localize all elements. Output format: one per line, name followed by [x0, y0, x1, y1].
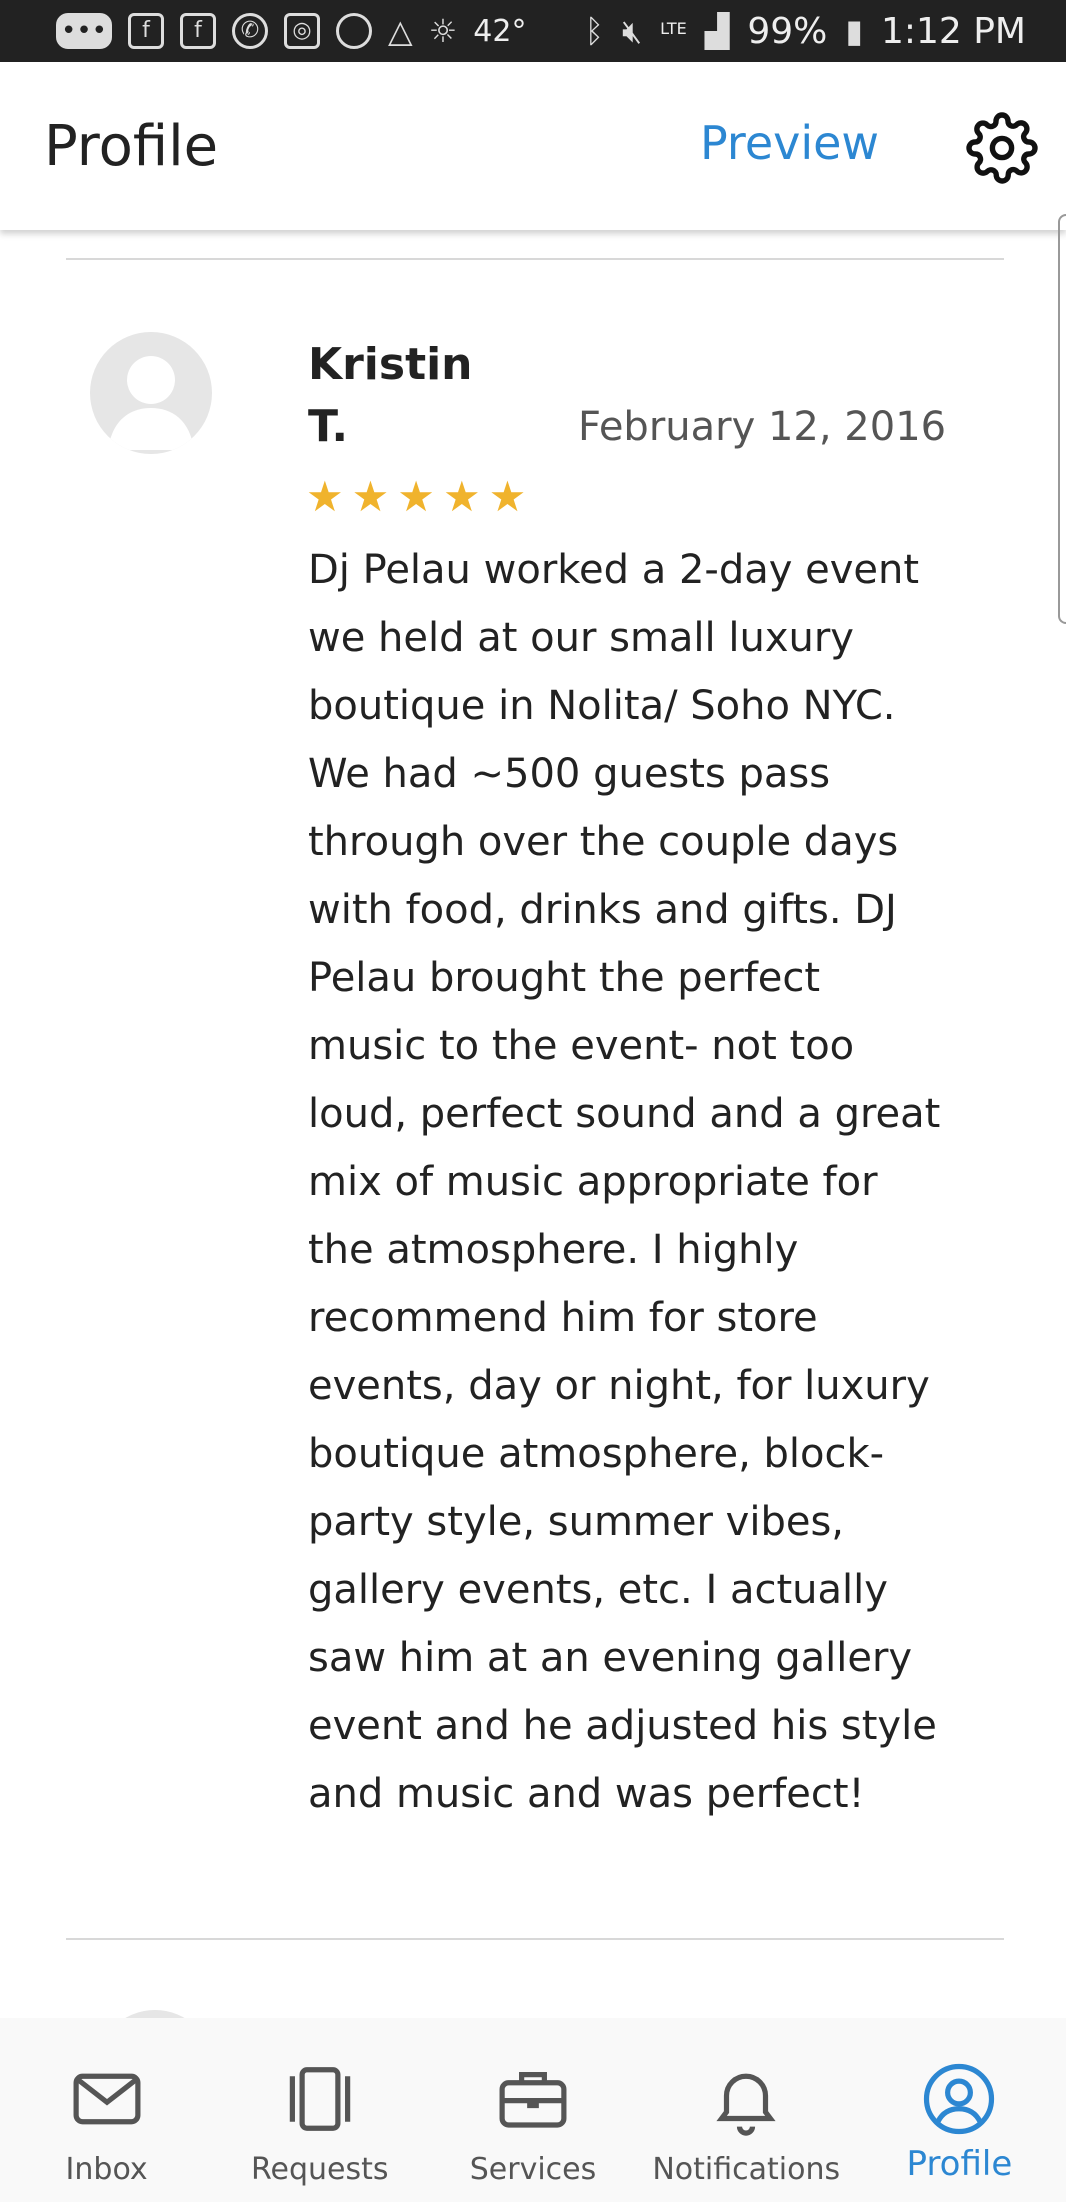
network-type: LTE — [660, 18, 687, 38]
tab-label: Profile — [906, 2144, 1013, 2184]
tab-inbox[interactable]: Inbox — [0, 2018, 213, 2202]
status-temperature: 42° — [473, 13, 527, 49]
review-date: February 12, 2016 — [578, 404, 947, 450]
user-placeholder-icon — [108, 356, 194, 450]
status-right: ᛒ 🔇︎ LTE ▟ 99% ▮ 1:12 PM — [585, 11, 1026, 52]
page-title: Profile — [44, 114, 219, 179]
requests-icon — [289, 2067, 351, 2131]
tab-label: Services — [469, 2152, 597, 2187]
bluetooth-icon: ᛒ — [584, 12, 604, 50]
status-left-icons: ••• f f ✆ ◎ △ ☼ 42° — [56, 13, 526, 49]
drive-icon: △ — [388, 12, 413, 50]
divider-top — [66, 258, 1004, 260]
chat-bubble-icon — [336, 13, 372, 49]
bottom-tab-bar: Inbox Requests Services Notifications Pr… — [0, 2018, 1066, 2202]
tab-requests[interactable]: Requests — [213, 2018, 426, 2202]
tab-notifications[interactable]: Notifications — [640, 2018, 853, 2202]
clock: 1:12 PM — [880, 10, 1026, 52]
avatar — [90, 332, 212, 454]
tab-services[interactable]: Services — [426, 2018, 639, 2202]
facebook-icon: f — [128, 13, 164, 49]
envelope-icon — [73, 2073, 141, 2125]
facebook-icon: f — [180, 13, 216, 49]
user-circle-icon — [924, 2063, 995, 2135]
instagram-icon: ◎ — [284, 13, 320, 49]
bell-icon — [716, 2073, 776, 2136]
gear-icon[interactable] — [966, 112, 1038, 184]
star-rating: ★★★★★ — [306, 472, 535, 521]
reviewer-name: Kristin T. — [308, 339, 473, 452]
tab-label: Notifications — [652, 2152, 841, 2187]
tab-label: Requests — [251, 2152, 389, 2187]
preview-button[interactable]: Preview — [700, 116, 879, 170]
review-text: Dj Pelau worked a 2-day event we held at… — [308, 547, 941, 1817]
battery-icon: ▮ — [845, 12, 863, 50]
app-header: Profile Preview — [0, 62, 1066, 230]
weather-icon: ☼ — [428, 12, 458, 50]
scrollbar[interactable] — [1058, 214, 1066, 624]
battery-percent: 99% — [747, 10, 828, 52]
messages-notification-icon: ••• — [56, 13, 112, 49]
tab-label: Inbox — [65, 2152, 148, 2187]
briefcase-icon — [499, 2072, 567, 2128]
whatsapp-icon: ✆ — [232, 13, 268, 49]
signal-icon: ▟ — [704, 12, 730, 50]
status-bar: ••• f f ✆ ◎ △ ☼ 42° ᛒ 🔇︎ LTE ▟ 99% ▮ 1:1… — [0, 0, 1066, 62]
mute-icon: 🔇︎ — [621, 12, 643, 50]
tab-profile[interactable]: Profile — [853, 2018, 1066, 2202]
divider-bottom — [66, 1938, 1004, 1940]
